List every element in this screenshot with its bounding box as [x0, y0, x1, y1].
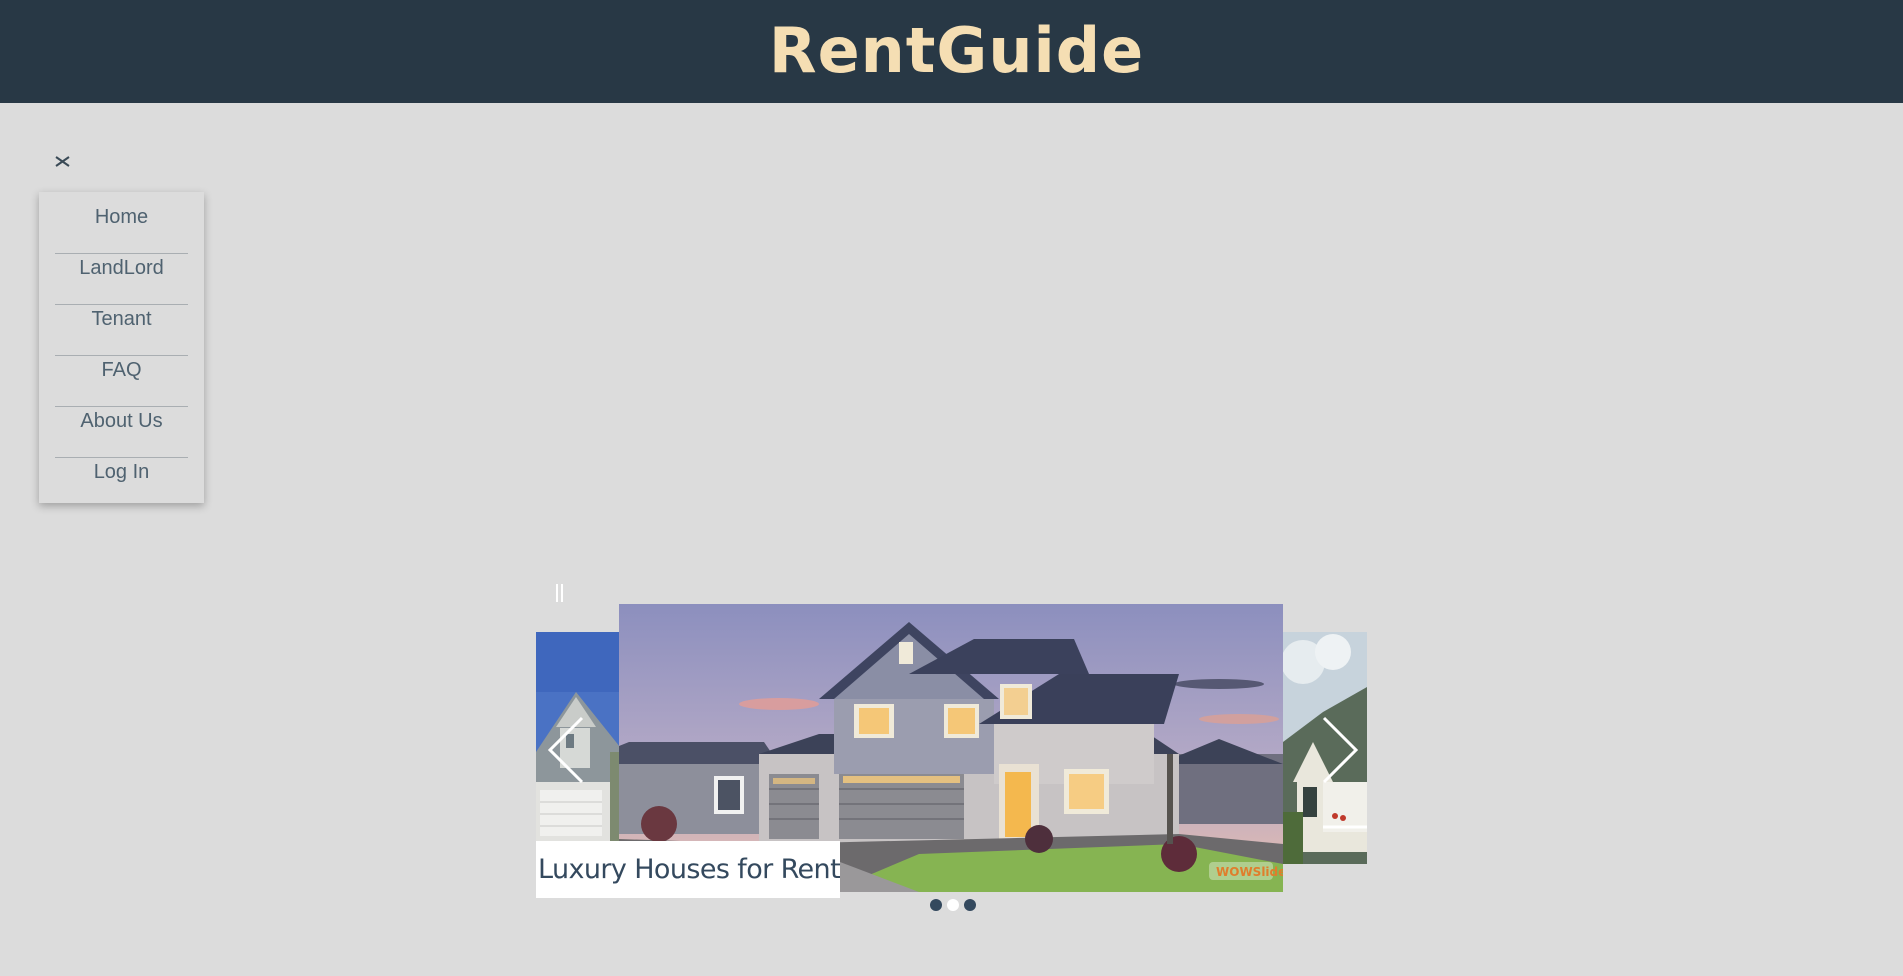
menu-item-tenant[interactable]: Tenant [39, 294, 204, 345]
slider-dot-1[interactable] [930, 899, 942, 911]
slider-next-button[interactable] [1316, 714, 1362, 786]
slider-watermark: WOWSlider [1216, 865, 1283, 879]
slider-dot-2[interactable] [947, 899, 959, 911]
side-menu: Home LandLord Tenant FAQ About Us Log In [39, 192, 204, 503]
slide-caption: Luxury Houses for Rent [536, 841, 840, 898]
image-slider: WOWSlider Luxury Houses for Rent [536, 580, 1367, 913]
slider-prev-button[interactable] [544, 714, 590, 786]
slider-dot-3[interactable] [964, 899, 976, 911]
close-menu-button[interactable] [48, 148, 76, 176]
pause-icon [556, 584, 558, 602]
slider-pagination [930, 899, 976, 913]
close-icon [55, 156, 70, 167]
slider-pause-button[interactable] [554, 584, 566, 604]
menu-item-landlord[interactable]: LandLord [39, 243, 204, 294]
menu-item-faq[interactable]: FAQ [39, 345, 204, 396]
site-header: RentGuide [0, 0, 1903, 103]
site-logo[interactable]: RentGuide [769, 14, 1144, 87]
chevron-right-icon [1322, 716, 1359, 784]
menu-item-home[interactable]: Home [39, 192, 204, 243]
slide-caption-text: Luxury Houses for Rent [538, 854, 840, 885]
menu-item-about-us[interactable]: About Us [39, 396, 204, 447]
menu-item-log-in[interactable]: Log In [39, 447, 204, 498]
chevron-left-icon [547, 716, 584, 784]
